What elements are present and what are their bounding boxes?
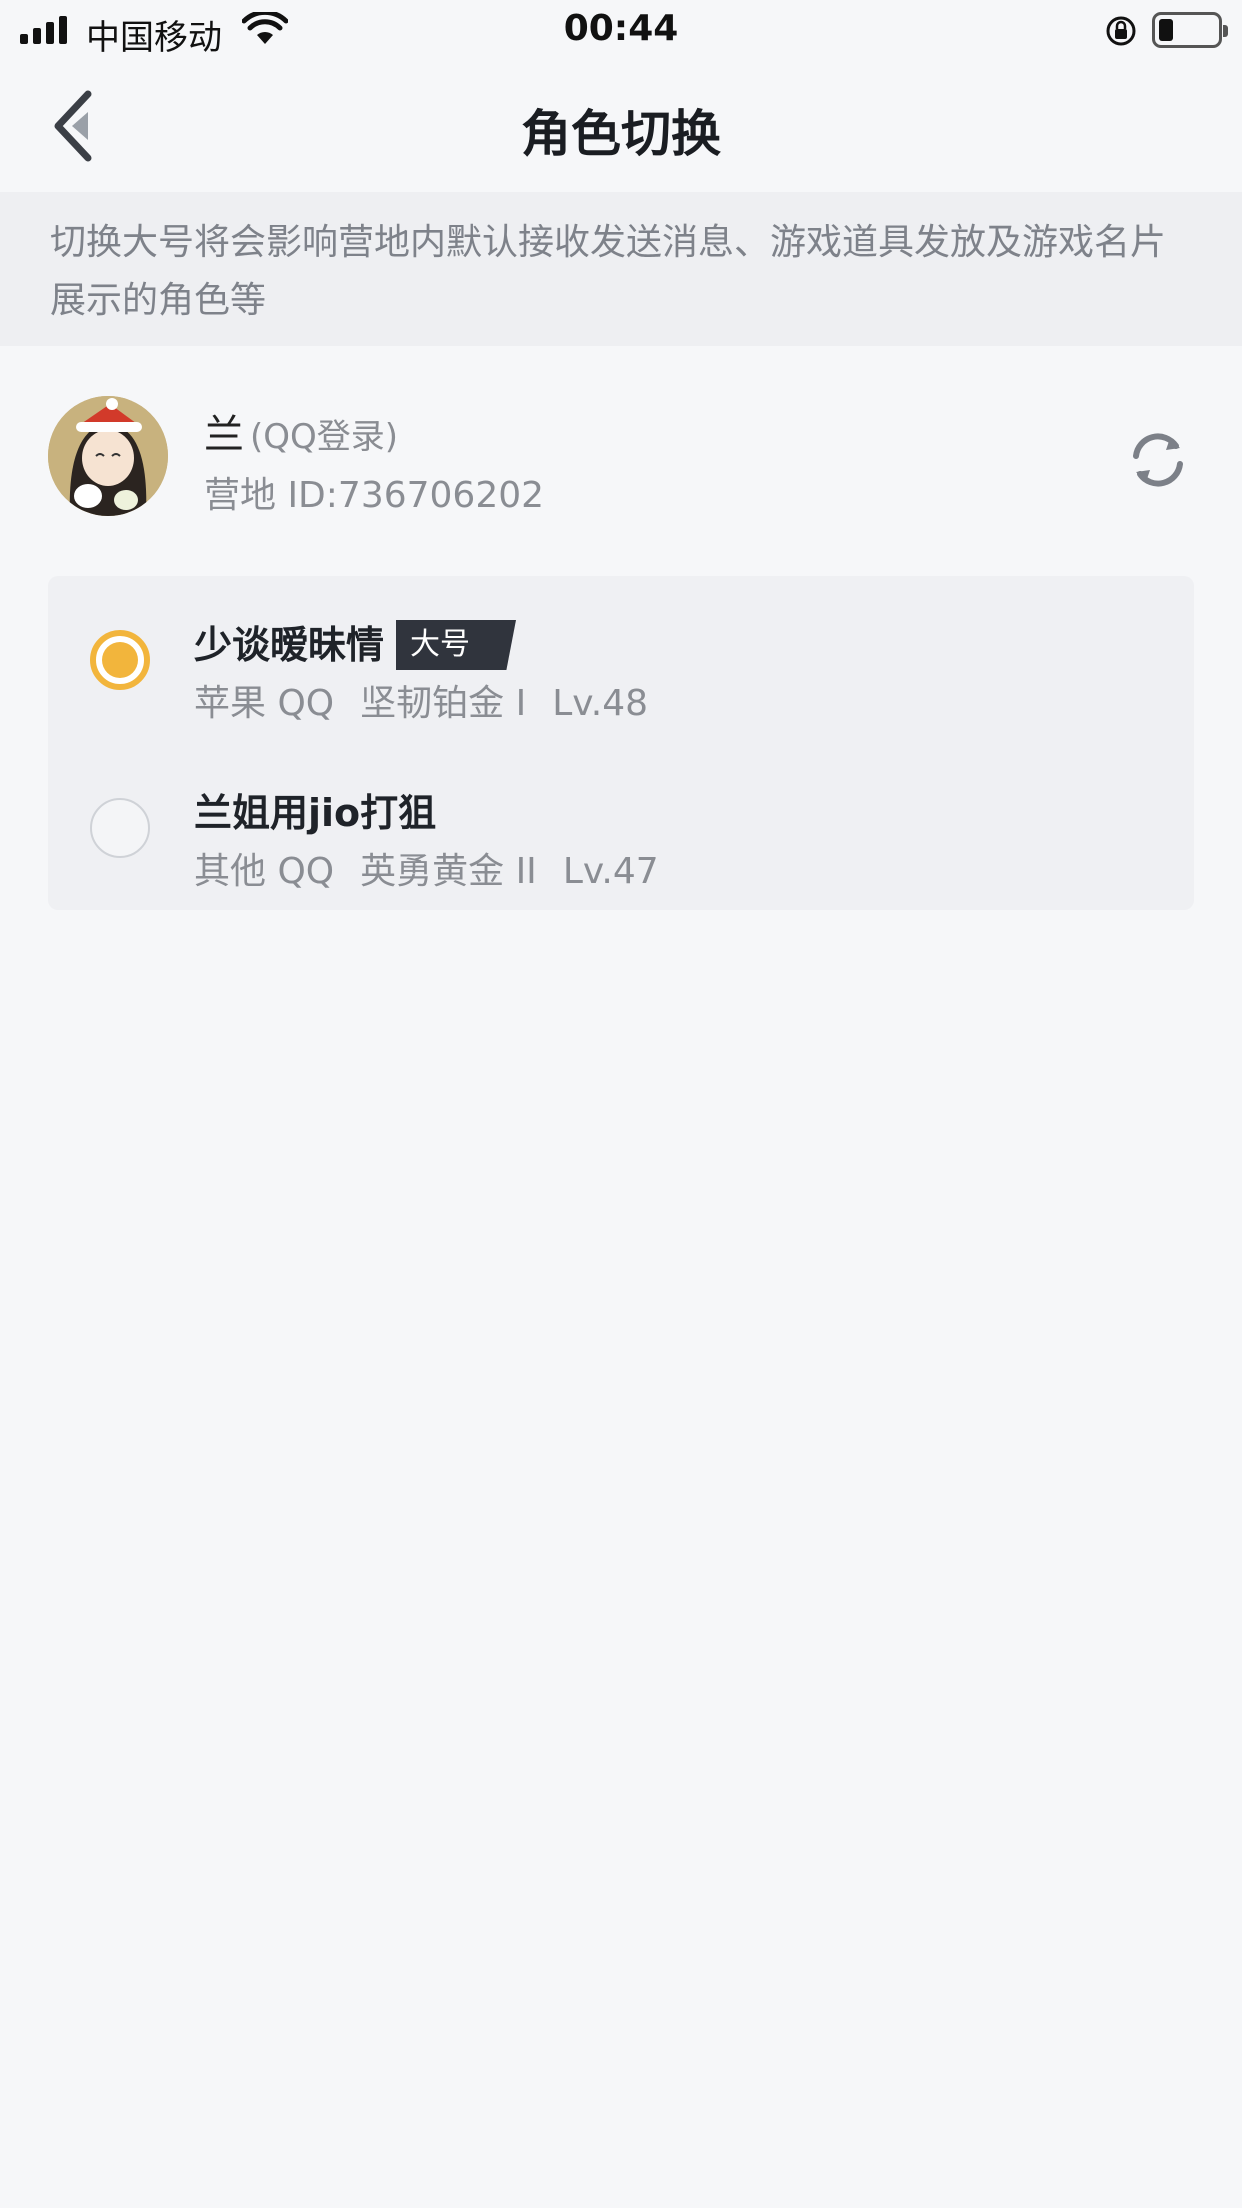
status-bar: 中国移动 00:44 (0, 0, 1242, 62)
role-name: 兰姐用jio打狙 (194, 791, 437, 835)
role-rank: 坚韧铂金 I (360, 683, 527, 724)
role-name: 少谈暧昧情 (194, 623, 385, 667)
nav-bar: 角色切换 (0, 62, 1242, 192)
role-list: 少谈暧昧情 大号 苹果 QQ 坚韧铂金 I Lv.48 兰姐用jio打狙 其他 QQ… (48, 576, 1194, 910)
notice-banner: 切换大号将会影响营地内默认接收发送消息、游戏道具发放及游戏名片展示的角色等 (0, 192, 1242, 346)
camp-id: 营地 ID:736706202 (204, 475, 545, 516)
page-title: 角色切换 (521, 105, 721, 163)
radio-selected[interactable] (90, 630, 150, 690)
role-rank: 英勇黄金 II (360, 851, 537, 892)
refresh-icon (1133, 433, 1183, 487)
role-platform: 苹果 QQ (194, 683, 335, 724)
battery-icon (1152, 12, 1228, 48)
role-level: Lv.47 (562, 851, 659, 892)
role-platform: 其他 QQ (194, 851, 335, 892)
badge-label: 大号 (410, 627, 470, 662)
role-meta: 其他 QQ 英勇黄金 II Lv.47 (194, 842, 685, 894)
role-level: Lv.48 (552, 683, 649, 724)
notice-text: 切换大号将会影响营地内默认接收发送消息、游戏道具发放及游戏名片展示的角色等 (50, 222, 1167, 321)
profile-name: 兰 (204, 412, 244, 458)
login-type: (QQ登录) (250, 417, 399, 457)
role-item[interactable]: 兰姐用jio打狙 其他 QQ 英勇黄金 II Lv.47 (48, 756, 1194, 916)
radio-unselected[interactable] (90, 798, 150, 858)
avatar-image (48, 396, 168, 516)
profile-name-row: 兰 (QQ登录) (204, 402, 398, 460)
role-meta: 苹果 QQ 坚韧铂金 I Lv.48 (194, 674, 674, 726)
status-time: 00:44 (563, 8, 679, 49)
role-item[interactable]: 少谈暧昧情 大号 苹果 QQ 坚韧铂金 I Lv.48 (48, 588, 1194, 748)
refresh-button[interactable] (1124, 426, 1192, 494)
orientation-lock-icon (1106, 16, 1136, 46)
main-account-badge: 大号 (396, 620, 516, 670)
profile-header: 兰 (QQ登录) 营地 ID:736706202 (0, 346, 1242, 566)
avatar (48, 396, 168, 516)
